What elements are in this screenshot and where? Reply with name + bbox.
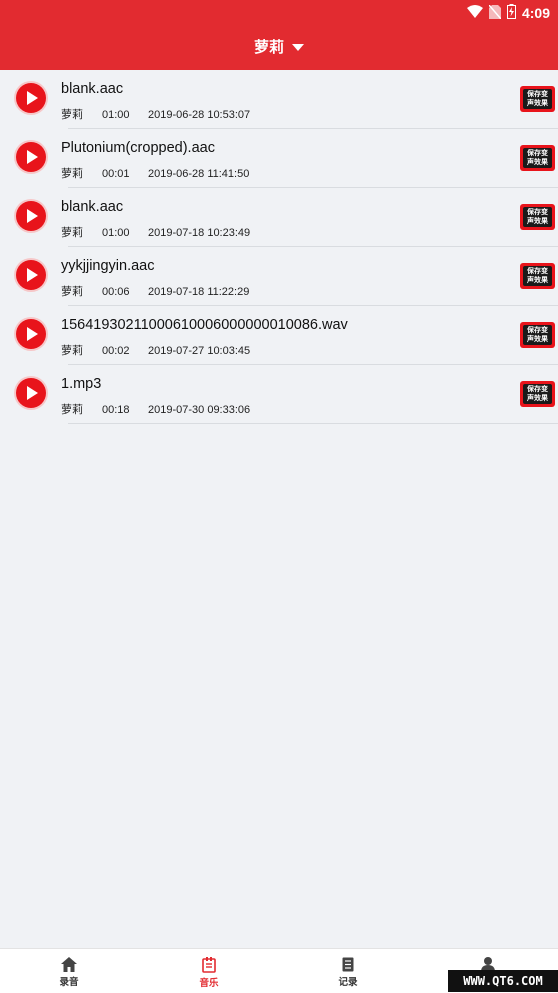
- voice-selector[interactable]: 萝莉: [0, 36, 558, 57]
- status-time: 4:09: [521, 5, 550, 21]
- save-effect-button[interactable]: 保存变 声效果: [520, 145, 555, 171]
- music-list-icon: [202, 957, 216, 973]
- file-meta: 萝莉 00:01 2019-06-28 11:41:50: [61, 165, 249, 181]
- timestamp: 2019-06-28 11:41:50: [148, 168, 250, 180]
- status-bar: 4:09: [466, 3, 550, 23]
- wifi-icon: [466, 5, 483, 21]
- recording-list: blank.aac 萝莉 01:00 2019-06-28 10:53:07 保存变…: [0, 70, 558, 424]
- play-icon[interactable]: [16, 260, 46, 290]
- file-name: 15641930211000610006000000010086.wav: [61, 317, 348, 333]
- list-item[interactable]: 1.mp3 萝莉 00:18 2019-07-30 09:33:06 保存变 声效果: [0, 365, 558, 424]
- save-effect-button[interactable]: 保存变 声效果: [520, 381, 555, 407]
- voice-label: 萝莉: [61, 168, 83, 180]
- no-sim-icon: [488, 4, 502, 22]
- tab-label: 录音: [59, 977, 79, 988]
- file-meta: 萝莉 01:00 2019-06-28 10:53:07: [61, 106, 250, 122]
- divider: [68, 423, 558, 424]
- duration: 00:06: [102, 286, 130, 298]
- home-icon: [61, 957, 77, 972]
- file-meta: 萝莉 00:02 2019-07-27 10:03:45: [61, 342, 250, 358]
- tab-label: 记录: [338, 977, 358, 988]
- tab-history[interactable]: 记录: [288, 949, 408, 993]
- play-icon[interactable]: [16, 142, 46, 172]
- tab-record[interactable]: 录音: [9, 949, 129, 993]
- watermark: WWW.QT6.COM: [448, 970, 558, 992]
- file-name: yykjjingyin.aac: [61, 258, 155, 274]
- voice-label: 萝莉: [61, 404, 83, 416]
- play-icon[interactable]: [16, 201, 46, 231]
- voice-label: 萝莉: [61, 286, 83, 298]
- tab-label: 音乐: [199, 978, 219, 989]
- voice-label: 萝莉: [61, 109, 83, 121]
- duration: 00:02: [102, 345, 130, 357]
- list-item[interactable]: blank.aac 萝莉 01:00 2019-06-28 10:53:07 保存变…: [0, 70, 558, 129]
- timestamp: 2019-06-28 10:53:07: [148, 109, 251, 121]
- save-effect-button[interactable]: 保存变 声效果: [520, 322, 555, 348]
- duration: 01:00: [102, 109, 130, 121]
- play-icon[interactable]: [16, 378, 46, 408]
- duration: 00:18: [102, 404, 130, 416]
- list-item[interactable]: 15641930211000610006000000010086.wav 萝莉 0…: [0, 306, 558, 365]
- file-meta: 萝莉 00:06 2019-07-18 11:22:29: [61, 283, 249, 299]
- timestamp: 2019-07-18 10:23:49: [148, 227, 251, 239]
- caret-down-icon: [292, 44, 304, 51]
- save-effect-button[interactable]: 保存变 声效果: [520, 204, 555, 230]
- timestamp: 2019-07-30 09:33:06: [148, 404, 251, 416]
- play-icon[interactable]: [16, 83, 46, 113]
- save-effect-button[interactable]: 保存变 声效果: [520, 86, 555, 112]
- timestamp: 2019-07-18 11:22:29: [148, 286, 250, 298]
- list-item[interactable]: Plutonium(cropped).aac 萝莉 00:01 2019-06-28…: [0, 129, 558, 188]
- save-effect-button[interactable]: 保存变 声效果: [520, 263, 555, 289]
- list-item[interactable]: blank.aac 萝莉 01:00 2019-07-18 10:23:49 保存变…: [0, 188, 558, 247]
- voice-label: 萝莉: [61, 345, 83, 357]
- file-name: blank.aac: [61, 199, 124, 215]
- file-name: blank.aac: [61, 81, 124, 97]
- file-name: Plutonium(cropped).aac: [61, 140, 215, 156]
- file-name: 1.mp3: [61, 376, 102, 392]
- duration: 01:00: [102, 227, 130, 239]
- file-meta: 萝莉 01:00 2019-07-18 10:23:49: [61, 224, 250, 240]
- list-item[interactable]: yykjjingyin.aac 萝莉 00:06 2019-07-18 11:22:…: [0, 247, 558, 306]
- tab-music[interactable]: 音乐: [149, 949, 269, 993]
- duration: 00:01: [102, 168, 130, 180]
- file-meta: 萝莉 00:18 2019-07-30 09:33:06: [61, 401, 250, 417]
- play-icon[interactable]: [16, 319, 46, 349]
- app-header: 4:09 萝莉: [0, 0, 558, 70]
- record-list-icon: [342, 957, 354, 972]
- timestamp: 2019-07-27 10:03:45: [148, 345, 251, 357]
- voice-label: 萝莉: [61, 227, 83, 239]
- battery-icon: [506, 4, 516, 22]
- page-title: 萝莉: [253, 39, 284, 56]
